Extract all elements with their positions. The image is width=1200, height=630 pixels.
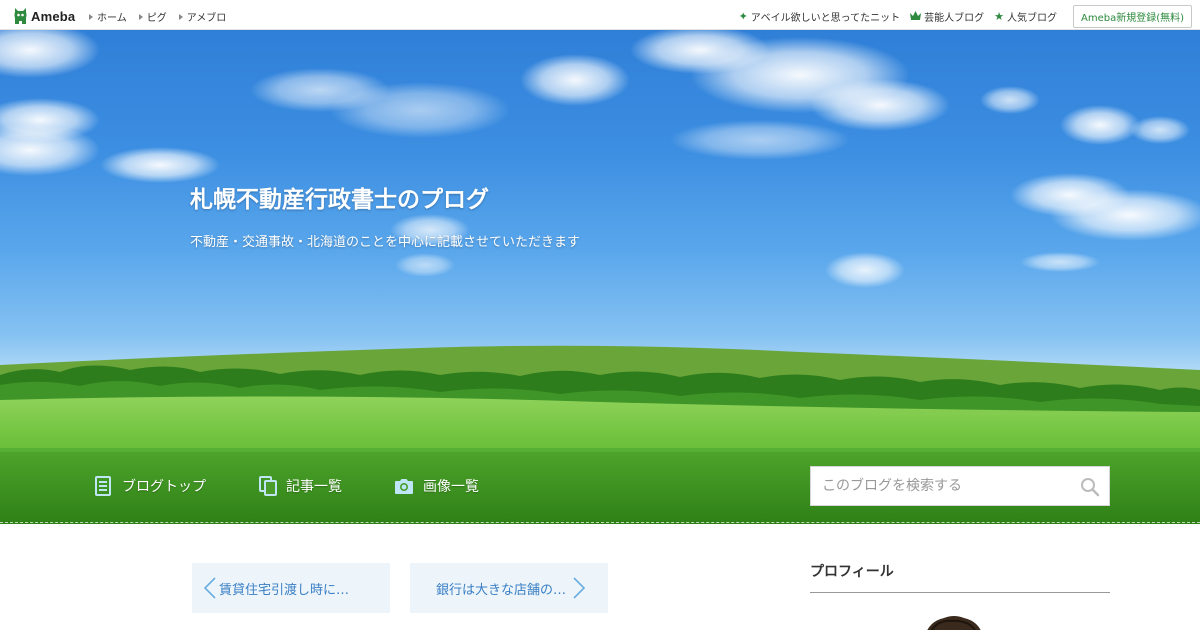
profile-divider xyxy=(810,592,1110,593)
camera-icon xyxy=(394,476,414,496)
logo-text: Ameba xyxy=(31,8,76,24)
header-right-links: ✦ アベイル欲しいと思ってたニット 芸能人ブログ ★ 人気ブログ Ameba新規… xyxy=(739,5,1192,28)
image-list-link[interactable]: 画像一覧 xyxy=(394,476,479,496)
profile-avatar[interactable] xyxy=(918,612,990,630)
crown-icon xyxy=(910,11,922,22)
sparkle-icon: ✦ xyxy=(738,10,748,23)
triangle-right-icon xyxy=(178,13,183,20)
global-nav-label: ホーム xyxy=(97,13,127,24)
global-nav-label: アメブロ xyxy=(186,13,227,24)
document-icon xyxy=(95,476,113,496)
article-list-label: 記事一覧 xyxy=(286,479,342,495)
article-list-link[interactable]: 記事一覧 xyxy=(259,476,342,496)
global-nav-label: ピグ xyxy=(146,13,167,24)
blog-description: 不動産・交通事故・北海道のことを中心に記載させていただきます xyxy=(190,235,581,250)
celebrity-blog-link[interactable]: 芸能人ブログ xyxy=(910,9,984,24)
popular-blog-link[interactable]: ★ 人気ブログ xyxy=(994,9,1057,24)
search-icon[interactable] xyxy=(1080,477,1100,497)
prev-article-button[interactable]: 賃貸住宅引渡し時に… xyxy=(192,563,390,613)
prev-article-label: 賃貸住宅引渡し時に… xyxy=(219,582,350,598)
global-nav-home[interactable]: ホーム xyxy=(89,9,127,24)
blog-top-label: ブログトップ xyxy=(122,479,206,495)
copy-icon xyxy=(259,476,277,496)
star-icon: ★ xyxy=(994,10,1004,23)
popular-blog-label: 人気ブログ xyxy=(1006,13,1057,24)
image-list-label: 画像一覧 xyxy=(423,479,479,495)
global-nav: ホーム ピグ アメブロ xyxy=(89,9,226,24)
trending-link-label: アベイル欲しいと思ってたニット xyxy=(750,13,901,24)
blog-search xyxy=(810,466,1110,506)
next-article-label: 銀行は大きな店舗の… xyxy=(436,582,567,598)
blog-search-input[interactable] xyxy=(811,468,1071,504)
ameba-header-bar: Ameba ホーム ピグ アメブロ ✦ アベイル欲しいと思ってたニット 芸能人ブ… xyxy=(0,0,1200,30)
profile-heading: プロフィール xyxy=(810,564,894,580)
blog-nav: ブログトップ 記事一覧 画像一覧 xyxy=(0,448,1200,524)
next-article-button[interactable]: 銀行は大きな店舗の… xyxy=(410,563,608,613)
triangle-right-icon xyxy=(138,13,143,20)
header-divider xyxy=(0,522,1200,524)
trending-link[interactable]: ✦ アベイル欲しいと思ってたニット xyxy=(739,9,901,24)
global-nav-ameblo[interactable]: アメブロ xyxy=(178,9,227,24)
ameba-mascot-icon xyxy=(13,7,28,25)
triangle-right-icon xyxy=(89,13,93,20)
ameba-logo[interactable]: Ameba xyxy=(13,6,75,26)
chevron-right-icon xyxy=(572,576,586,600)
global-nav-pigg[interactable]: ピグ xyxy=(138,9,167,24)
chevron-left-icon xyxy=(203,576,217,600)
celebrity-blog-label: 芸能人ブログ xyxy=(924,13,985,24)
blog-top-link[interactable]: ブログトップ xyxy=(95,476,206,496)
signup-button[interactable]: Ameba新規登録(無料) xyxy=(1072,5,1192,28)
blog-title[interactable]: 札幌不動産行政書士のプログ xyxy=(190,180,489,214)
